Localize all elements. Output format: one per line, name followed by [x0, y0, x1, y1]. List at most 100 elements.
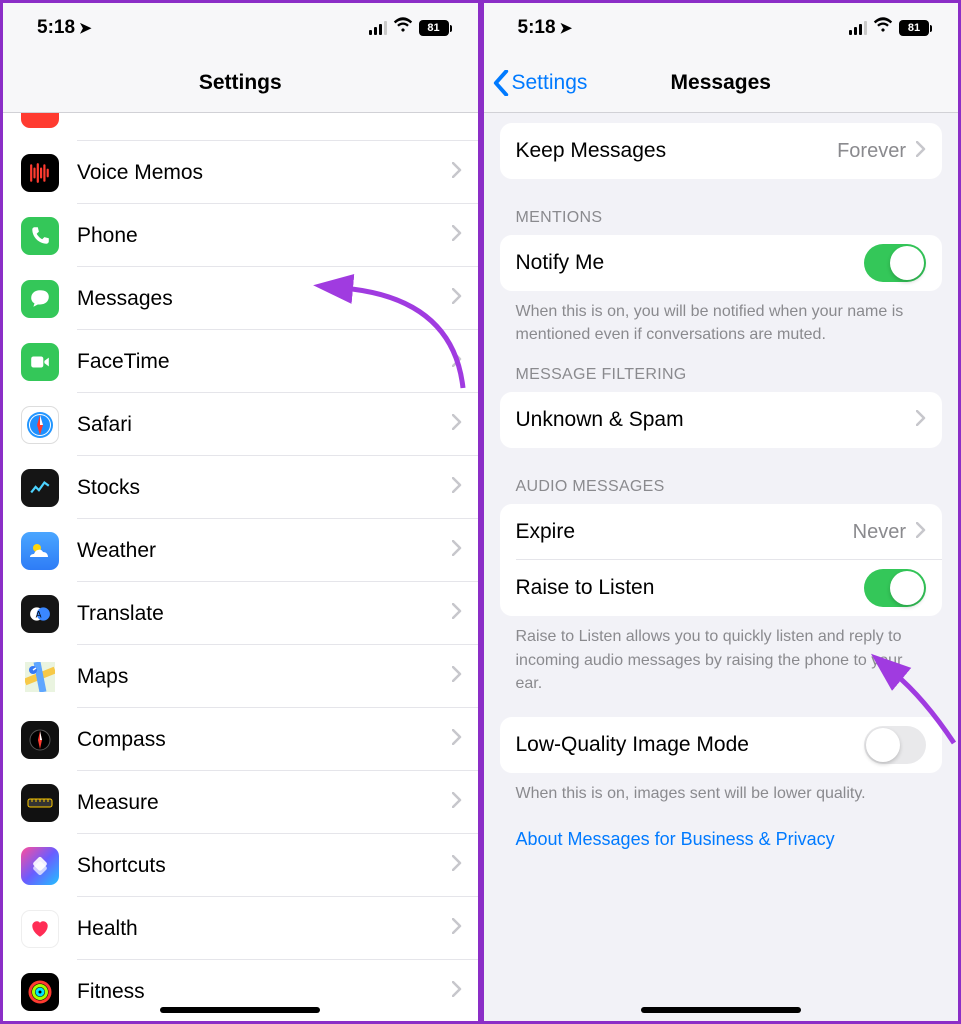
value: Forever: [837, 140, 906, 163]
link-about-privacy[interactable]: About Messages for Business & Privacy: [484, 805, 959, 874]
settings-row-maps[interactable]: Maps: [3, 645, 478, 708]
settings-row-label: Safari: [77, 413, 452, 437]
chevron-right-icon: [452, 225, 478, 246]
settings-row-label: Stocks: [77, 476, 452, 500]
health-icon: [21, 910, 59, 948]
settings-row-messages[interactable]: Messages: [3, 267, 478, 330]
settings-row-health[interactable]: Health: [3, 897, 478, 960]
settings-row-label: Compass: [77, 728, 452, 752]
settings-row-label: Health: [77, 917, 452, 941]
settings-row-label: Messages: [77, 287, 452, 311]
translate-icon: A: [21, 595, 59, 633]
settings-row-compass[interactable]: Compass: [3, 708, 478, 771]
phone-icon: [21, 217, 59, 255]
battery-level: 81: [419, 20, 449, 36]
chevron-right-icon: [452, 729, 478, 750]
settings-row-facetime[interactable]: FaceTime: [3, 330, 478, 393]
navbar: Settings Messages: [484, 53, 959, 113]
settings-row-stocks[interactable]: Stocks: [3, 456, 478, 519]
footer-audio: Raise to Listen allows you to quickly li…: [484, 616, 959, 695]
label: Low-Quality Image Mode: [516, 733, 865, 757]
cell-signal-icon: [849, 21, 867, 35]
settings-row-voicememos[interactable]: Voice Memos: [3, 141, 478, 204]
fitness-icon: [21, 973, 59, 1011]
chevron-right-icon: [452, 288, 478, 309]
settings-row-label: Fitness: [77, 980, 452, 1004]
status-bar: 5:18 ➤ 81: [484, 3, 959, 53]
settings-row-weather[interactable]: Weather: [3, 519, 478, 582]
weather-icon: [21, 532, 59, 570]
section-header-filtering: MESSAGE FILTERING: [484, 346, 959, 392]
battery-icon: 81: [419, 20, 452, 36]
back-label: Settings: [512, 71, 588, 95]
messages-icon: [21, 280, 59, 318]
back-button[interactable]: Settings: [492, 53, 588, 112]
settings-row-label: Phone: [77, 224, 452, 248]
settings-row-label: Shortcuts: [77, 854, 452, 878]
chevron-right-icon: [452, 918, 478, 939]
compass-icon: [21, 721, 59, 759]
safari-icon: [21, 406, 59, 444]
phone-messages-settings: 5:18 ➤ 81 Settings Messages Keep Message…: [481, 0, 961, 1024]
settings-row-shortcuts[interactable]: Shortcuts: [3, 834, 478, 897]
page-title: Settings: [199, 71, 282, 95]
footer-mentions: When this is on, you will be notified wh…: [484, 291, 959, 346]
settings-row-label: FaceTime: [77, 350, 452, 374]
label: Notify Me: [516, 251, 865, 275]
maps-icon: [21, 658, 59, 696]
messages-settings-scroll[interactable]: Keep Messages Forever MENTIONS Notify Me…: [484, 113, 959, 1021]
cell-signal-icon: [369, 21, 387, 35]
settings-scroll[interactable]: Voice Memos Phone Messages FaceTime Safari St…: [3, 113, 478, 1021]
chevron-right-icon: [452, 603, 478, 624]
navbar: Settings: [3, 53, 478, 113]
chevron-right-icon: [452, 666, 478, 687]
battery-level: 81: [899, 20, 929, 36]
voicememos-icon: [21, 154, 59, 192]
section-header-audio: AUDIO MESSAGES: [484, 448, 959, 504]
location-icon: ➤: [79, 19, 92, 37]
chevron-right-icon: [452, 540, 478, 561]
settings-row-measure[interactable]: Measure: [3, 771, 478, 834]
row-unknown-spam[interactable]: Unknown & Spam: [500, 392, 943, 448]
label: Keep Messages: [516, 139, 838, 163]
settings-row-label: Maps: [77, 665, 452, 689]
chevron-right-icon: [916, 520, 926, 544]
label: Unknown & Spam: [516, 408, 917, 432]
chevron-right-icon: [452, 162, 478, 183]
row-keep-messages[interactable]: Keep Messages Forever: [500, 123, 943, 179]
chevron-right-icon: [916, 408, 926, 432]
toggle-low-quality[interactable]: [864, 726, 926, 764]
status-time: 5:18: [37, 17, 75, 39]
label: Expire: [516, 520, 853, 544]
home-indicator: [160, 1007, 320, 1013]
shortcuts-icon: [21, 847, 59, 885]
stocks-icon: [21, 469, 59, 507]
wifi-icon: [873, 17, 893, 39]
wifi-icon: [393, 17, 413, 39]
toggle-raise-to-listen[interactable]: [864, 569, 926, 607]
row-raise-to-listen[interactable]: Raise to Listen: [500, 560, 943, 616]
chevron-right-icon: [452, 477, 478, 498]
settings-row-safari[interactable]: Safari: [3, 393, 478, 456]
settings-row-label: Weather: [77, 539, 452, 563]
status-bar: 5:18 ➤ 81: [3, 3, 478, 53]
row-expire[interactable]: Expire Never: [500, 504, 943, 560]
battery-icon: 81: [899, 20, 932, 36]
page-title: Messages: [671, 71, 771, 95]
footer-lowquality: When this is on, images sent will be low…: [484, 773, 959, 805]
settings-row-label: Voice Memos: [77, 161, 452, 185]
settings-row-partial[interactable]: [3, 113, 478, 141]
row-notify-me[interactable]: Notify Me: [500, 235, 943, 291]
settings-row-translate[interactable]: A Translate: [3, 582, 478, 645]
row-low-quality[interactable]: Low-Quality Image Mode: [500, 717, 943, 773]
settings-row-phone[interactable]: Phone: [3, 204, 478, 267]
chevron-right-icon: [452, 792, 478, 813]
svg-text:A: A: [36, 609, 42, 619]
toggle-notify-me[interactable]: [864, 244, 926, 282]
value: Never: [853, 521, 906, 544]
chevron-right-icon: [452, 414, 478, 435]
settings-row-label: Measure: [77, 791, 452, 815]
measure-icon: [21, 784, 59, 822]
chevron-right-icon: [916, 139, 926, 163]
settings-row-label: Translate: [77, 602, 452, 626]
